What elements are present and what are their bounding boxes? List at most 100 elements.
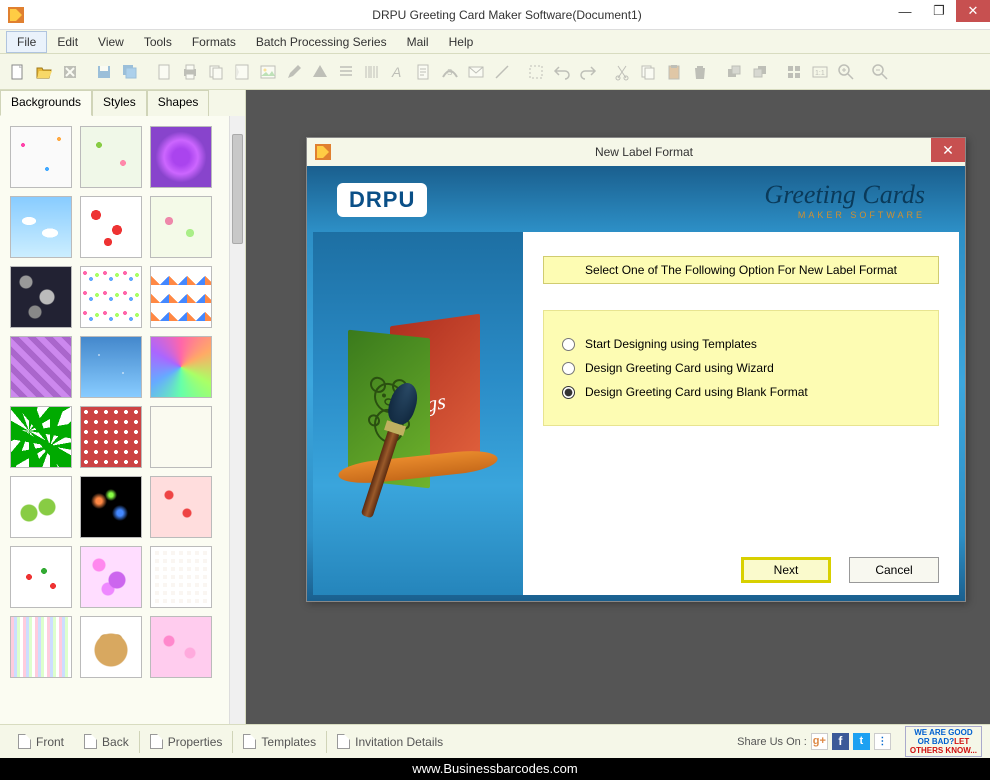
bg-thumb[interactable] bbox=[150, 266, 212, 328]
bg-thumb[interactable] bbox=[150, 546, 212, 608]
bg-thumb[interactable] bbox=[80, 406, 142, 468]
bg-thumb[interactable] bbox=[80, 336, 142, 398]
bg-thumb[interactable] bbox=[10, 406, 72, 468]
bg-thumb[interactable] bbox=[80, 126, 142, 188]
window-title: DRPU Greeting Card Maker Software(Docume… bbox=[32, 8, 982, 22]
bg-thumb[interactable] bbox=[10, 196, 72, 258]
zoom-out-icon[interactable] bbox=[868, 60, 892, 84]
close-button[interactable]: ✕ bbox=[956, 0, 990, 22]
bg-thumb[interactable] bbox=[10, 126, 72, 188]
document-icon[interactable] bbox=[152, 60, 176, 84]
bg-thumb[interactable] bbox=[80, 616, 142, 678]
tab-templates[interactable]: Templates bbox=[233, 734, 326, 749]
save-icon[interactable] bbox=[92, 60, 116, 84]
menu-view[interactable]: View bbox=[88, 32, 134, 52]
tab-back[interactable]: Back bbox=[74, 734, 139, 749]
option-templates[interactable]: Start Designing using Templates bbox=[562, 337, 920, 351]
share-icon[interactable]: ⋮ bbox=[874, 733, 891, 750]
maximize-button[interactable]: ❐ bbox=[922, 0, 956, 22]
sidebar-scrollbar[interactable] bbox=[229, 116, 245, 724]
scroll-thumb[interactable] bbox=[232, 134, 243, 244]
new-icon[interactable] bbox=[6, 60, 30, 84]
grid-icon[interactable] bbox=[782, 60, 806, 84]
bg-thumb[interactable] bbox=[80, 546, 142, 608]
bg-thumb[interactable] bbox=[150, 196, 212, 258]
cut-icon[interactable] bbox=[610, 60, 634, 84]
twitter-icon[interactable]: t bbox=[853, 733, 870, 750]
facebook-icon[interactable]: f bbox=[832, 733, 849, 750]
bottom-bar: Front Back Properties Templates Invitati… bbox=[0, 724, 990, 758]
new-label-dialog: New Label Format ✕ DRPU Greeting Cards M… bbox=[306, 137, 966, 602]
note-icon[interactable] bbox=[412, 60, 436, 84]
text-icon[interactable]: A bbox=[386, 60, 410, 84]
svg-text:1:1: 1:1 bbox=[815, 70, 825, 77]
feedback-badge[interactable]: WE ARE GOOD OR BAD?LET OTHERS KNOW... bbox=[905, 726, 982, 757]
delete-icon[interactable] bbox=[58, 60, 82, 84]
curve-icon[interactable]: S bbox=[438, 60, 462, 84]
bg-thumb[interactable] bbox=[10, 336, 72, 398]
bring-front-icon[interactable] bbox=[722, 60, 746, 84]
footer-url: www.Businessbarcodes.com bbox=[0, 758, 990, 780]
copy-icon[interactable] bbox=[204, 60, 228, 84]
menu-batch[interactable]: Batch Processing Series bbox=[246, 32, 397, 52]
menu-edit[interactable]: Edit bbox=[47, 32, 88, 52]
save-all-icon[interactable] bbox=[118, 60, 142, 84]
print-icon[interactable] bbox=[178, 60, 202, 84]
menu-mail[interactable]: Mail bbox=[397, 32, 439, 52]
tab-styles[interactable]: Styles bbox=[92, 90, 147, 116]
menu-file[interactable]: File bbox=[6, 31, 47, 53]
page-icon bbox=[84, 734, 97, 749]
dialog-title: New Label Format bbox=[331, 145, 957, 159]
bg-thumb[interactable] bbox=[10, 476, 72, 538]
bg-thumb[interactable] bbox=[10, 616, 72, 678]
svg-text:A: A bbox=[391, 64, 401, 80]
shape-icon[interactable] bbox=[308, 60, 332, 84]
copy2-icon[interactable] bbox=[636, 60, 660, 84]
dialog-illustration: dings bbox=[313, 232, 523, 595]
brand-title: Greeting Cards MAKER SOFTWARE bbox=[764, 180, 925, 220]
next-button[interactable]: Next bbox=[741, 557, 831, 583]
bg-thumb[interactable] bbox=[150, 406, 212, 468]
image-icon[interactable] bbox=[256, 60, 280, 84]
menu-help[interactable]: Help bbox=[439, 32, 484, 52]
tab-shapes[interactable]: Shapes bbox=[147, 90, 210, 116]
bg-thumb[interactable] bbox=[80, 196, 142, 258]
cancel-button[interactable]: Cancel bbox=[849, 557, 939, 583]
align-icon[interactable] bbox=[334, 60, 358, 84]
minimize-button[interactable]: — bbox=[888, 0, 922, 22]
tab-invitation[interactable]: Invitation Details bbox=[327, 734, 453, 749]
bg-thumb[interactable] bbox=[10, 266, 72, 328]
line-icon[interactable] bbox=[490, 60, 514, 84]
send-back-icon[interactable] bbox=[748, 60, 772, 84]
bg-thumb[interactable] bbox=[150, 336, 212, 398]
googleplus-icon[interactable]: g+ bbox=[811, 733, 828, 750]
bg-thumb[interactable] bbox=[150, 476, 212, 538]
menu-tools[interactable]: Tools bbox=[134, 32, 182, 52]
undo-icon[interactable] bbox=[550, 60, 574, 84]
mail-icon[interactable] bbox=[464, 60, 488, 84]
bg-thumb[interactable] bbox=[150, 126, 212, 188]
bg-thumb[interactable] bbox=[150, 616, 212, 678]
tab-backgrounds[interactable]: Backgrounds bbox=[0, 90, 92, 116]
tab-front[interactable]: Front bbox=[8, 734, 74, 749]
bg-thumb[interactable] bbox=[80, 476, 142, 538]
menu-formats[interactable]: Formats bbox=[182, 32, 246, 52]
tab-properties[interactable]: Properties bbox=[140, 734, 233, 749]
bg-thumb[interactable] bbox=[10, 546, 72, 608]
pen-icon[interactable] bbox=[282, 60, 306, 84]
select-icon[interactable] bbox=[524, 60, 548, 84]
open-icon[interactable] bbox=[32, 60, 56, 84]
bg-thumb[interactable] bbox=[80, 266, 142, 328]
dialog-prompt: Select One of The Following Option For N… bbox=[543, 256, 939, 284]
zoom-in-icon[interactable] bbox=[834, 60, 858, 84]
page-icon[interactable] bbox=[230, 60, 254, 84]
dialog-close-button[interactable]: ✕ bbox=[931, 138, 965, 162]
redo-icon[interactable] bbox=[576, 60, 600, 84]
option-wizard[interactable]: Design Greeting Card using Wizard bbox=[562, 361, 920, 375]
page-icon bbox=[18, 734, 31, 749]
paste-icon[interactable] bbox=[662, 60, 686, 84]
actual-size-icon[interactable]: 1:1 bbox=[808, 60, 832, 84]
option-blank[interactable]: Design Greeting Card using Blank Format bbox=[562, 385, 920, 399]
barcode-icon[interactable] bbox=[360, 60, 384, 84]
trash-icon[interactable] bbox=[688, 60, 712, 84]
